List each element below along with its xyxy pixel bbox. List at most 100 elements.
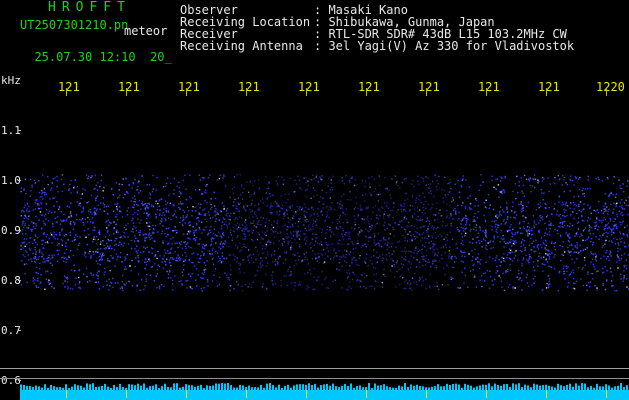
noise-dot [21, 224, 24, 226]
noise-dot [125, 177, 127, 180]
noise-dot [152, 232, 154, 235]
noise-dot [282, 217, 284, 220]
noise-dot [162, 186, 165, 188]
strip-spike [320, 385, 322, 390]
noise-dot [287, 221, 290, 223]
noise-dot [110, 188, 113, 191]
noise-dot [163, 208, 165, 210]
noise-dot [50, 187, 53, 189]
noise-dot [505, 242, 507, 245]
noise-dot [96, 248, 99, 250]
strip-spike [236, 387, 238, 390]
noise-dot [134, 266, 136, 268]
noise-dot [601, 180, 604, 182]
noise-dot [432, 203, 434, 206]
noise-dot [303, 210, 305, 213]
noise-dot [36, 204, 39, 206]
noise-dot [310, 214, 312, 216]
noise-dot [342, 221, 345, 224]
noise-dot [307, 184, 309, 187]
noise-dot [303, 224, 305, 226]
noise-dot [303, 203, 306, 206]
noise-dot [293, 265, 295, 267]
noise-dot [187, 210, 190, 212]
noise-dot [423, 209, 425, 211]
noise-dot [23, 217, 25, 220]
noise-dot [55, 234, 58, 236]
noise-dot [499, 241, 501, 243]
noise-dot [554, 253, 556, 256]
noise-dot [199, 207, 201, 209]
noise-dot [226, 207, 229, 210]
noise-dot [167, 277, 170, 279]
noise-dot [406, 224, 408, 227]
noise-dot [520, 232, 522, 234]
noise-dot [123, 227, 126, 229]
noise-dot [561, 201, 564, 204]
noise-dot [313, 213, 315, 215]
noise-dot [408, 279, 411, 282]
noise-dot [307, 286, 310, 289]
noise-dot [116, 203, 118, 205]
noise-dot [67, 278, 69, 280]
strip-spike [170, 387, 172, 390]
noise-dot [167, 273, 170, 275]
noise-dot [210, 226, 212, 228]
noise-dot [45, 218, 47, 220]
strip-spike [326, 383, 328, 390]
strip-spike [311, 385, 313, 390]
noise-dot [475, 286, 477, 288]
noise-dot [223, 174, 225, 176]
noise-dot [298, 234, 300, 236]
noise-dot [405, 229, 407, 231]
noise-dot [140, 208, 142, 210]
noise-dot [117, 255, 119, 257]
noise-dot [37, 258, 39, 260]
noise-dot [479, 279, 481, 281]
noise-dot [24, 178, 27, 181]
noise-dot [503, 191, 506, 194]
noise-dot [203, 247, 206, 250]
noise-dot [578, 188, 581, 191]
noise-dot [187, 230, 190, 233]
noise-dot [608, 208, 610, 211]
noise-dot [192, 226, 194, 228]
noise-dot [386, 259, 388, 261]
noise-dot [173, 193, 175, 195]
noise-dot [457, 179, 459, 182]
noise-dot [145, 206, 148, 208]
strip-spike [302, 384, 304, 390]
noise-dot [606, 206, 608, 208]
strip-base [20, 390, 629, 400]
noise-dot [328, 209, 330, 211]
noise-dot [574, 235, 576, 237]
noise-dot [165, 264, 167, 266]
noise-dot [413, 225, 416, 227]
noise-dot [400, 275, 402, 277]
noise-dot [43, 258, 45, 260]
noise-dot [114, 265, 116, 267]
noise-dot [553, 268, 556, 270]
noise-dot [285, 235, 288, 238]
noise-dot [469, 202, 472, 205]
noise-dot [422, 203, 425, 205]
noise-dot [335, 252, 337, 254]
noise-dot [40, 227, 43, 230]
noise-dot [590, 241, 592, 243]
noise-dot [100, 174, 103, 176]
noise-dot [450, 222, 452, 225]
noise-dot [446, 203, 448, 205]
noise-dot [562, 221, 565, 223]
noise-dot [345, 174, 347, 176]
noise-dot [156, 176, 158, 179]
noise-dot [487, 242, 489, 244]
strip-spike [374, 383, 376, 390]
noise-dot [206, 220, 208, 223]
noise-dot [36, 272, 38, 274]
noise-dot [329, 197, 331, 199]
noise-dot [500, 223, 503, 225]
noise-dot [253, 261, 255, 264]
strip-marker [366, 390, 367, 398]
noise-dot [620, 199, 623, 201]
noise-dot [399, 187, 401, 189]
